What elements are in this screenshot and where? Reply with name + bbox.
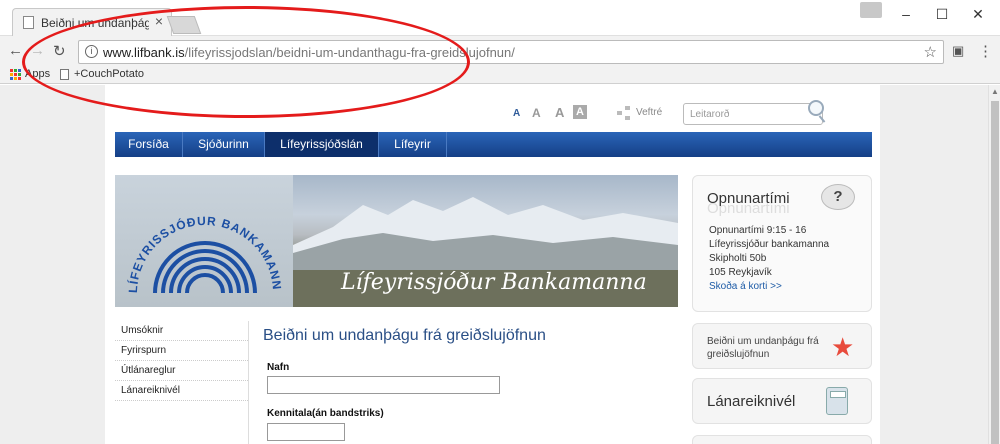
sidenav-lending-rules[interactable]: Útlánareglur: [115, 361, 248, 381]
hours-title: Opnunartími: [707, 190, 790, 207]
additional-box: [692, 435, 872, 444]
bookmarks-bar: Apps +CouchPotato: [0, 66, 1000, 84]
font-size-contrast[interactable]: A: [573, 105, 587, 119]
scroll-up-icon[interactable]: ▲: [991, 87, 999, 96]
site-search-input[interactable]: Leitarorð: [683, 100, 824, 125]
profile-icon[interactable]: [860, 2, 882, 18]
nav-item-loans[interactable]: Lífeyrissjóðslán: [265, 132, 379, 157]
back-button[interactable]: ←: [8, 42, 23, 59]
browser-tab[interactable]: Beiðni um undanþágu frá ×: [12, 8, 172, 36]
bookmark-star-icon[interactable]: ☆: [924, 43, 937, 61]
name-label: Nafn: [267, 362, 290, 373]
nav-item-home[interactable]: Forsíða: [115, 132, 183, 157]
url-path: /lifeyrissjodslan/beidni-um-undanthagu-f…: [184, 45, 515, 60]
new-tab-button[interactable]: [166, 16, 202, 34]
view-map-link[interactable]: Skoða á korti >>: [709, 281, 782, 292]
maximize-button[interactable]: ☐: [932, 6, 952, 23]
side-navigation: Umsóknir Fyrirspurn Útlánareglur Lánarei…: [115, 321, 248, 401]
search-icon[interactable]: [808, 100, 824, 116]
scrollbar-thumb[interactable]: [991, 101, 999, 444]
loan-calculator-box[interactable]: Lánareiknivél: [692, 378, 872, 424]
nav-item-fund[interactable]: Sjóðurinn: [183, 132, 265, 157]
loan-calculator-label: Lánareiknivél: [707, 393, 796, 410]
name-field[interactable]: [267, 376, 500, 394]
minimize-button[interactable]: –: [896, 6, 916, 22]
browser-titlebar: Beiðni um undanþágu frá × – ☐ ✕: [0, 0, 1000, 36]
sitemap-link[interactable]: Veftré: [636, 107, 662, 118]
reload-button[interactable]: ↻: [53, 42, 66, 60]
sidenav-applications[interactable]: Umsóknir: [115, 321, 248, 341]
header-banner: LÍFEYRISSJÓÐUR BANKAMANNA Lífeyrissjóður…: [115, 175, 678, 307]
main-navigation: Forsíða Sjóðurinn Lífeyrissjóðslán Lífey…: [115, 132, 872, 157]
sitemap-icon[interactable]: [617, 106, 631, 120]
question-bubble-icon: ?: [821, 184, 855, 210]
nav-item-pension[interactable]: Lífeyrir: [379, 132, 447, 157]
font-size-large[interactable]: A: [555, 105, 564, 120]
banner-slogan: Lífeyrissjóður Bankamanna: [341, 270, 647, 295]
kennitala-label: Kennitala(án bandstriks): [267, 408, 384, 419]
url-text: www.lifbank.is/lifeyrissjodslan/beidni-u…: [103, 45, 515, 60]
close-window-button[interactable]: ✕: [968, 6, 988, 23]
exemption-request-label: Beiðni um undanþágu frá greiðslujöfnun: [707, 336, 819, 360]
page-scrollbar[interactable]: ▲: [988, 85, 1000, 444]
kennitala-field[interactable]: [267, 423, 345, 441]
sidenav-inquiry[interactable]: Fyrirspurn: [115, 341, 248, 361]
bookmark-page-icon: [60, 69, 69, 80]
opening-hours-box: Opnunartími Opnunartími ? Opnunartími 9:…: [692, 175, 872, 312]
tab-close-icon[interactable]: ×: [155, 13, 163, 29]
font-size-small[interactable]: A: [513, 108, 520, 119]
column-divider: [248, 321, 249, 444]
site-info-icon[interactable]: i: [85, 45, 98, 58]
extension-printer-icon[interactable]: ▣: [952, 43, 964, 59]
address-city: 105 Reykjavík: [709, 267, 772, 278]
site-container: A A A A Veftré Leitarorð Forsíða Sjóðuri…: [105, 85, 880, 444]
url-host: www.lifbank.is: [103, 45, 185, 60]
page-title: Beiðni um undanþágu frá greiðslujöfnun: [263, 327, 546, 344]
star-icon: ★: [831, 332, 855, 362]
tab-title: Beiðni um undanþágu frá: [41, 16, 149, 30]
address-bar[interactable]: i www.lifbank.is/lifeyrissjodslan/beidni…: [78, 40, 944, 64]
address-name: Lífeyrissjóður bankamanna: [709, 239, 830, 250]
browser-menu-icon[interactable]: ⋮: [978, 42, 993, 60]
font-size-medium[interactable]: A: [532, 106, 541, 120]
sidenav-loan-calculator[interactable]: Lánareiknivél: [115, 381, 248, 401]
bookmark-apps[interactable]: Apps: [25, 68, 50, 80]
fund-logo: LÍFEYRISSJÓÐUR BANKAMANNA: [115, 175, 293, 307]
search-placeholder: Leitarorð: [690, 109, 730, 120]
address-street: Skipholti 50b: [709, 253, 767, 264]
calculator-icon: [826, 387, 848, 415]
page-viewport: A A A A Veftré Leitarorð Forsíða Sjóðuri…: [0, 85, 988, 444]
hours-line: Opnunartími 9:15 - 16: [709, 225, 807, 236]
apps-grid-icon[interactable]: [10, 69, 21, 80]
forward-button[interactable]: →: [30, 42, 45, 59]
bookmark-couchpotato[interactable]: +CouchPotato: [74, 68, 144, 80]
page-favicon-icon: [23, 16, 34, 29]
exemption-request-box[interactable]: Beiðni um undanþágu frá greiðslujöfnun ★: [692, 323, 872, 369]
